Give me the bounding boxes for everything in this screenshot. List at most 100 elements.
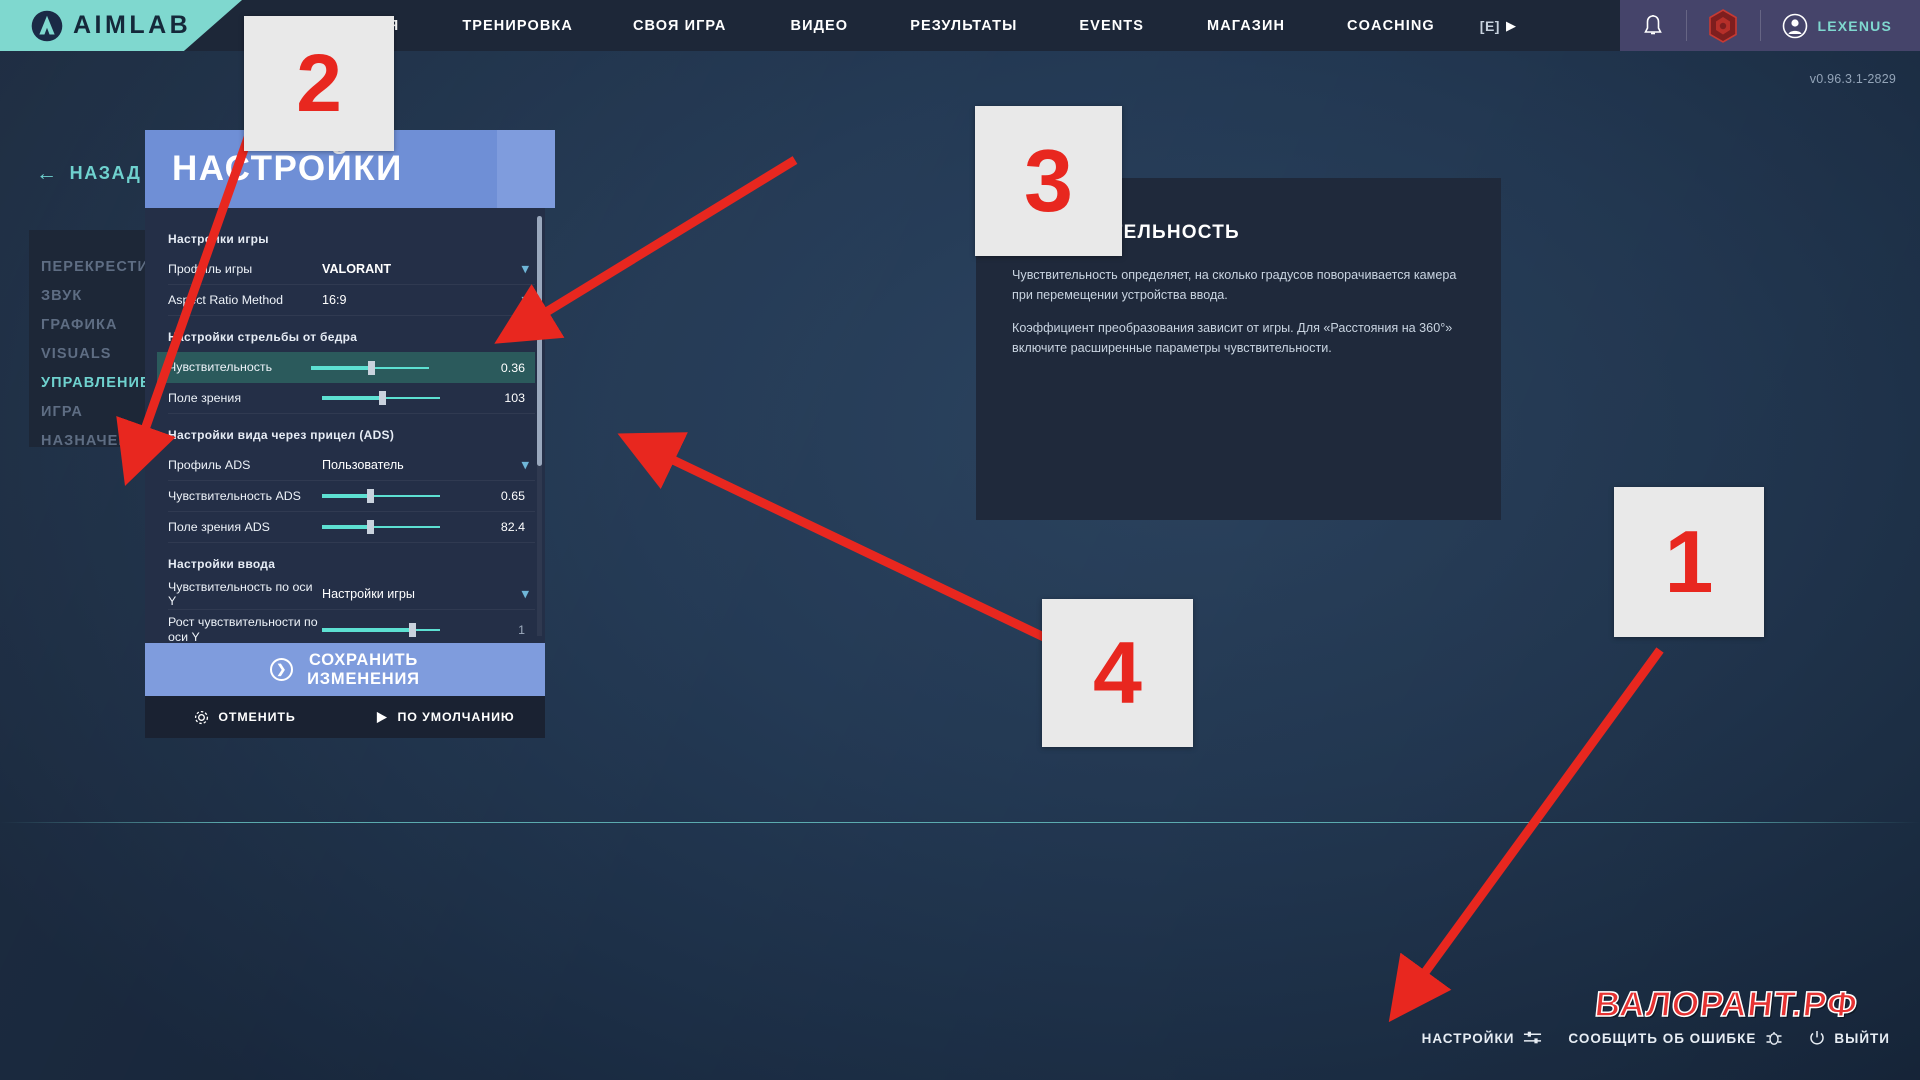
group-title-hipfire-settings: Настройки стрельбы от бедра [168, 330, 358, 344]
annotation-number-2: 2 [296, 37, 342, 129]
report-bug-label: СООБЩИТЬ ОБ ОШИБКЕ [1568, 1030, 1757, 1046]
brand-logo-area[interactable]: AIMLAB [0, 0, 242, 51]
slider-knob[interactable] [378, 391, 386, 405]
app-root: AIMLAB ◀ [Q] ГЛАВНАЯ ТРЕНИРОВКА СВОЯ ИГР… [0, 0, 1920, 1080]
group-title-ads-settings: Настройки вида через прицел (ADS) [168, 428, 395, 442]
fov-slider[interactable] [322, 391, 440, 405]
horizontal-divider [0, 822, 1920, 823]
setting-row-game-profile[interactable]: Профиль игры VALORANT ▾ [168, 254, 535, 285]
info-panel-paragraph-2: Коэффициент преобразования зависит от иг… [1012, 321, 1453, 355]
save-label-line2: ИЗМЕНЕНИЯ [307, 669, 420, 688]
version-label: v0.96.3.1-2829 [1809, 72, 1896, 86]
chevron-down-icon[interactable]: ▾ [521, 458, 529, 473]
bottom-settings-button[interactable]: НАСТРОЙКИ [1422, 1030, 1543, 1046]
annotation-box-4: 4 [1042, 599, 1193, 747]
brand-name: AIMLAB [73, 11, 192, 39]
setting-value-ads-sensitivity: 0.65 [500, 489, 525, 503]
nav-item-video[interactable]: ВИДЕО [791, 0, 849, 51]
chevron-down-icon[interactable]: ▾ [521, 587, 529, 602]
rank-badge-button[interactable] [1686, 0, 1760, 51]
setting-value-y-axis-sensitivity: Настройки игры [322, 587, 415, 601]
arrow-left-icon: ← [36, 162, 59, 185]
annotation-box-2: 2 [244, 16, 394, 151]
setting-row-y-axis-growth[interactable]: Рост чувствительности по оси Y 1 [168, 610, 535, 643]
bell-icon [1644, 14, 1663, 34]
watermark-label: ВАЛОРАНТ.РФ [1592, 984, 1861, 1025]
cancel-button[interactable]: ОТМЕНИТЬ [145, 710, 345, 725]
nav-item-coaching[interactable]: COACHING [1347, 0, 1435, 51]
chevron-right-circle-icon: ❯ [270, 658, 294, 681]
setting-row-ads-profile[interactable]: Профиль ADS Пользователь ▾ [168, 450, 535, 481]
save-label-line1: СОХРАНИТЬ [308, 651, 419, 670]
top-nav-links: ГЛАВНАЯ ТРЕНИРОВКА СВОЯ ИГРА ВИДЕО РЕЗУЛ… [287, 0, 1620, 51]
notifications-button[interactable] [1620, 0, 1686, 51]
chevron-down-icon[interactable]: ▾ [521, 262, 529, 277]
username-label: LEXENUS [1817, 17, 1892, 34]
setting-label-ads-sensitivity: Чувствительность ADS [168, 488, 301, 503]
nav-item-events[interactable]: EVENTS [1079, 0, 1144, 51]
slider-fill [322, 494, 367, 498]
slider-fill [311, 365, 368, 370]
play-triangle-icon [377, 711, 388, 723]
group-title-game-settings: Настройки игры [168, 232, 269, 246]
settings-panel: НАСТРОЙКИ Настройки игры Профиль игры VA… [145, 130, 555, 738]
sensitivity-slider[interactable] [311, 360, 429, 375]
nav-next-key-label: [E] [1479, 17, 1500, 34]
setting-row-sensitivity[interactable]: Чувствительность 0.36 [157, 352, 535, 383]
back-button-label: НАЗАД [69, 163, 142, 183]
setting-row-aspect-ratio-method[interactable]: Aspect Ratio Method 16:9 ▾ [168, 285, 535, 316]
ads-sensitivity-slider[interactable] [322, 489, 440, 503]
slider-knob[interactable] [366, 520, 374, 534]
restore-default-button-label: ПО УМОЛЧАНИЮ [397, 710, 515, 724]
slider-knob[interactable] [409, 622, 417, 637]
settings-scrollbar-thumb[interactable] [537, 216, 542, 466]
top-bar-right-cluster: LEXENUS [1620, 0, 1920, 51]
setting-value-sensitivity: 0.36 [500, 360, 525, 375]
y-axis-growth-slider[interactable] [322, 622, 440, 637]
nav-item-training[interactable]: ТРЕНИРОВКА [462, 0, 573, 51]
annotation-arrow-3 [494, 156, 798, 344]
aimlab-logo-icon [31, 10, 63, 41]
nav-item-shop[interactable]: МАГАЗИН [1207, 0, 1285, 51]
annotation-number-4: 4 [1093, 623, 1142, 722]
slider-knob[interactable] [367, 360, 375, 375]
power-icon [1810, 1031, 1825, 1045]
restore-default-button[interactable]: ПО УМОЛЧАНИЮ [345, 710, 545, 724]
back-button[interactable]: ← НАЗАД [36, 163, 141, 184]
setting-row-ads-fov[interactable]: Поле зрения ADS 82.4 [168, 512, 535, 543]
setting-row-y-axis-sensitivity[interactable]: Чувствительность по оси Y Настройки игры… [168, 579, 535, 610]
setting-label-y-axis-sensitivity: Чувствительность по оси Y [168, 579, 313, 608]
annotation-box-1: 1 [1614, 487, 1764, 637]
setting-row-ads-sensitivity[interactable]: Чувствительность ADS 0.65 [168, 481, 535, 512]
save-changes-label: СОХРАНИТЬ ИЗМЕНЕНИЯ [307, 651, 420, 688]
report-bug-button[interactable]: СООБЩИТЬ ОБ ОШИБКЕ [1568, 1030, 1783, 1046]
setting-value-ads-fov: 82.4 [500, 520, 525, 534]
setting-label-ads-profile: Профиль ADS [168, 457, 251, 472]
ads-fov-slider[interactable] [322, 520, 440, 534]
user-profile-button[interactable]: LEXENUS [1760, 0, 1920, 51]
bottom-settings-label: НАСТРОЙКИ [1421, 1030, 1515, 1046]
nav-item-results[interactable]: РЕЗУЛЬТАТЫ [910, 0, 1017, 51]
nav-item-custom-game[interactable]: СВОЯ ИГРА [633, 0, 727, 51]
exit-label: ВЫЙТИ [1834, 1030, 1890, 1046]
sliders-icon [1524, 1031, 1542, 1044]
slider-fill [322, 627, 410, 632]
exit-button[interactable]: ВЫЙТИ [1809, 1030, 1890, 1046]
setting-row-fov[interactable]: Поле зрения 103 [168, 383, 535, 414]
save-changes-button[interactable]: ❯ СОХРАНИТЬ ИЗМЕНЕНИЯ [145, 643, 545, 696]
bug-icon [1766, 1032, 1782, 1045]
settings-panel-body: Настройки игры Профиль игры VALORANT ▾ A… [145, 208, 545, 643]
setting-value-aspect-ratio-method: 16:9 [322, 293, 347, 307]
slider-knob[interactable] [366, 489, 374, 503]
panel-footer-buttons: ОТМЕНИТЬ ПО УМОЛЧАНИЮ [145, 696, 545, 738]
slider-fill [322, 525, 367, 529]
info-panel-paragraph-1: Чувствительность определяет, на сколько … [1012, 268, 1457, 302]
setting-label-ads-fov: Поле зрения ADS [168, 519, 270, 534]
nav-next-arrow-icon[interactable]: ▶ [1506, 18, 1516, 34]
chevron-down-icon[interactable]: ▾ [521, 293, 529, 308]
gear-icon [195, 710, 209, 724]
annotation-number-1: 1 [1664, 512, 1714, 611]
setting-label-sensitivity: Чувствительность [168, 360, 273, 375]
rank-hexagon-icon [1709, 8, 1738, 43]
page-title: НАСТРОЙКИ [172, 149, 403, 188]
